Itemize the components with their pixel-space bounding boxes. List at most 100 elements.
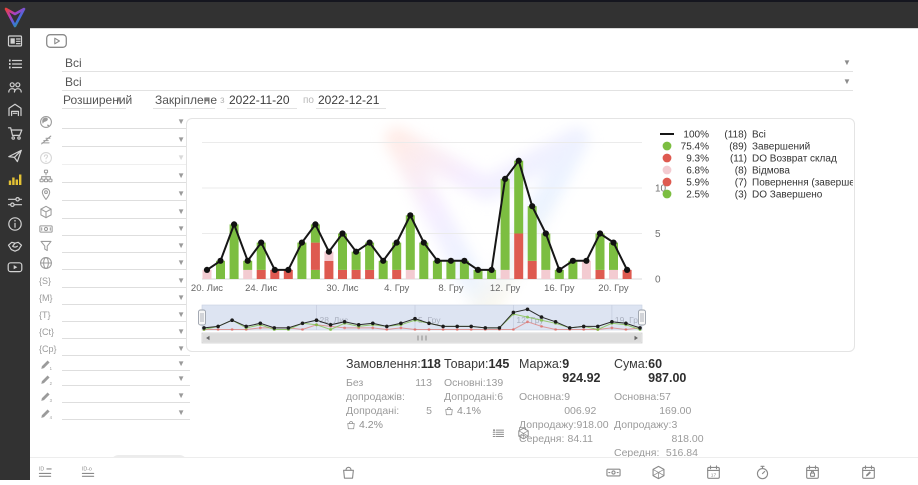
- filter-select-underline[interactable]: [62, 338, 190, 339]
- tag-s-icon: {S}: [39, 276, 53, 290]
- stat-row-label: Основні:: [444, 376, 486, 390]
- sidebar-item-customers-icon[interactable]: [7, 79, 23, 95]
- app-logo-icon[interactable]: [4, 6, 26, 28]
- side-filter-row-levels: ▼: [30, 132, 190, 149]
- footer-bag-icon[interactable]: [341, 465, 356, 480]
- sidebar-item-orders-list-icon[interactable]: [7, 56, 23, 72]
- list-settings-icon[interactable]: [492, 427, 505, 440]
- bar-segment: [338, 270, 347, 279]
- stat-title: Замовлення:: [346, 357, 421, 371]
- filter-select-underline[interactable]: [62, 321, 190, 322]
- help-icon: [39, 151, 53, 165]
- chevron-down-icon[interactable]: ▼: [177, 310, 185, 319]
- svg-text:Завершений: Завершений: [752, 141, 810, 152]
- chart-scrollbar[interactable]: [202, 333, 642, 343]
- x-axis-label: 20. Гру: [598, 283, 629, 294]
- filter-select-underline[interactable]: [62, 252, 190, 253]
- product-type-select[interactable]: Всі: [65, 75, 82, 89]
- stat-row-label: Допродані:: [444, 390, 497, 404]
- chevron-down-icon[interactable]: ▼: [177, 189, 185, 198]
- date-from-label: з: [220, 95, 225, 106]
- sidebar-item-campaign-icon[interactable]: [7, 148, 23, 164]
- side-filter-row-cash: ▼: [30, 221, 190, 238]
- department-select[interactable]: Всі: [65, 56, 82, 70]
- legend-item[interactable]: 2.5% (3) DO Завершено: [663, 189, 823, 200]
- filter-select-underline[interactable]: [62, 287, 190, 288]
- chevron-down-icon[interactable]: ▼: [177, 293, 185, 302]
- date-from-input[interactable]: 2022-11-20: [229, 93, 290, 107]
- app-root: Всі ▼ Всі ▼ Розширений ▼ Закріплене ▼ з …: [0, 0, 918, 480]
- navigator-handle-left[interactable]: [199, 310, 206, 325]
- chevron-down-icon[interactable]: ▼: [177, 344, 185, 353]
- filter-select-underline[interactable]: [62, 269, 190, 270]
- filter-select-underline[interactable]: [62, 235, 190, 236]
- footer-calendar-17-icon[interactable]: 17: [706, 465, 721, 480]
- tag-m-icon: {M}: [39, 293, 53, 307]
- sidebar-item-warehouse-icon[interactable]: [7, 102, 23, 118]
- bar-segment: [609, 270, 618, 279]
- search-icon: [40, 93, 54, 107]
- footer-toolbar: ID ID-o 17: [30, 457, 918, 482]
- chevron-down-icon[interactable]: ▼: [177, 276, 185, 285]
- stat-column: Замовлення:118Без допродажів:113Допродан…: [346, 357, 432, 432]
- chevron-down-icon[interactable]: ▼: [177, 135, 185, 144]
- x-axis-label: 12. Гру: [490, 283, 521, 294]
- svg-text:100%: 100%: [683, 129, 709, 140]
- filter-select-underline[interactable]: [62, 182, 190, 183]
- legend-item[interactable]: 75.4% (89) Завершений: [663, 141, 811, 152]
- filter-select-underline[interactable]: [62, 200, 190, 201]
- x-axis-label: 20. Лис: [191, 283, 223, 294]
- chevron-down-icon[interactable]: ▼: [177, 258, 185, 267]
- filter-select-underline[interactable]: [62, 218, 190, 219]
- footer-calendar-lock-icon[interactable]: [805, 465, 820, 480]
- chevron-down-icon[interactable]: ▼: [177, 117, 185, 126]
- filter-select-underline[interactable]: [62, 304, 190, 305]
- footer-cube-icon[interactable]: [651, 465, 666, 480]
- video-tutorial-button[interactable]: [46, 34, 67, 48]
- chevron-down-icon[interactable]: ▼: [177, 171, 185, 180]
- chevron-down-icon[interactable]: ▼: [177, 207, 185, 216]
- side-filter-row-funnel: ▼: [30, 238, 190, 255]
- product-type-underline: [62, 90, 853, 91]
- footer-money-icon[interactable]: [606, 465, 621, 480]
- sidebar-item-panel-icon[interactable]: [7, 33, 23, 49]
- filter-select-underline[interactable]: [62, 419, 190, 420]
- stat-title: Маржа:: [519, 357, 562, 385]
- x-axis-label: 16. Гру: [544, 283, 575, 294]
- stat-row-value: 57 169.00: [659, 390, 698, 418]
- sidebar-item-statistics-icon[interactable]: [7, 171, 23, 187]
- svg-text:(89): (89): [729, 141, 747, 152]
- date-to-input[interactable]: 2022-12-21: [318, 93, 379, 107]
- footer-id-lines-icon[interactable]: ID: [38, 465, 53, 480]
- filter-select-underline[interactable]: [62, 164, 190, 165]
- filter-select-underline[interactable]: [62, 128, 190, 129]
- package-icon: [40, 75, 54, 89]
- navigator-handle-right[interactable]: [639, 310, 646, 325]
- sidebar-item-settings-icon[interactable]: [7, 194, 23, 210]
- legend-item[interactable]: 9.3% (11) DO Возврат склад: [663, 153, 837, 164]
- chevron-down-icon[interactable]: ▼: [177, 153, 185, 162]
- sidebar-item-cart-icon[interactable]: [7, 125, 23, 141]
- sidebar-item-partners-icon[interactable]: [7, 238, 23, 254]
- stat-title: Сума:: [614, 357, 648, 385]
- orders-chart: 051020. Лис24. Лис30. Лис4. Гру8. Гру12.…: [187, 119, 853, 350]
- stat-title: Товари:: [444, 357, 488, 371]
- chevron-down-icon[interactable]: ▼: [177, 241, 185, 250]
- calendar-pin-icon: [137, 93, 151, 107]
- sidebar-item-info-icon[interactable]: [7, 216, 23, 232]
- footer-id-o-icon[interactable]: ID-o: [81, 465, 96, 480]
- footer-calendar-edit-icon[interactable]: [861, 465, 876, 480]
- stat-row-label: Допродажу:: [614, 418, 671, 446]
- date-from-underline: [227, 108, 297, 109]
- legend-item[interactable]: 100% (118) Всі: [660, 129, 766, 140]
- sidebar-item-video-icon[interactable]: [7, 259, 23, 275]
- bar-segment: [514, 234, 523, 280]
- footer-timer-icon[interactable]: [755, 465, 770, 480]
- filter-select-underline[interactable]: [62, 146, 190, 147]
- legend-item[interactable]: 5.9% (7) Повернення (завершений): [663, 177, 853, 188]
- package-icon: [39, 205, 53, 219]
- legend-item[interactable]: 6.8% (8) Відмова: [663, 165, 791, 176]
- chevron-down-icon[interactable]: ▼: [177, 327, 185, 336]
- chevron-down-icon[interactable]: ▼: [177, 224, 185, 233]
- cube-icon[interactable]: [517, 427, 530, 440]
